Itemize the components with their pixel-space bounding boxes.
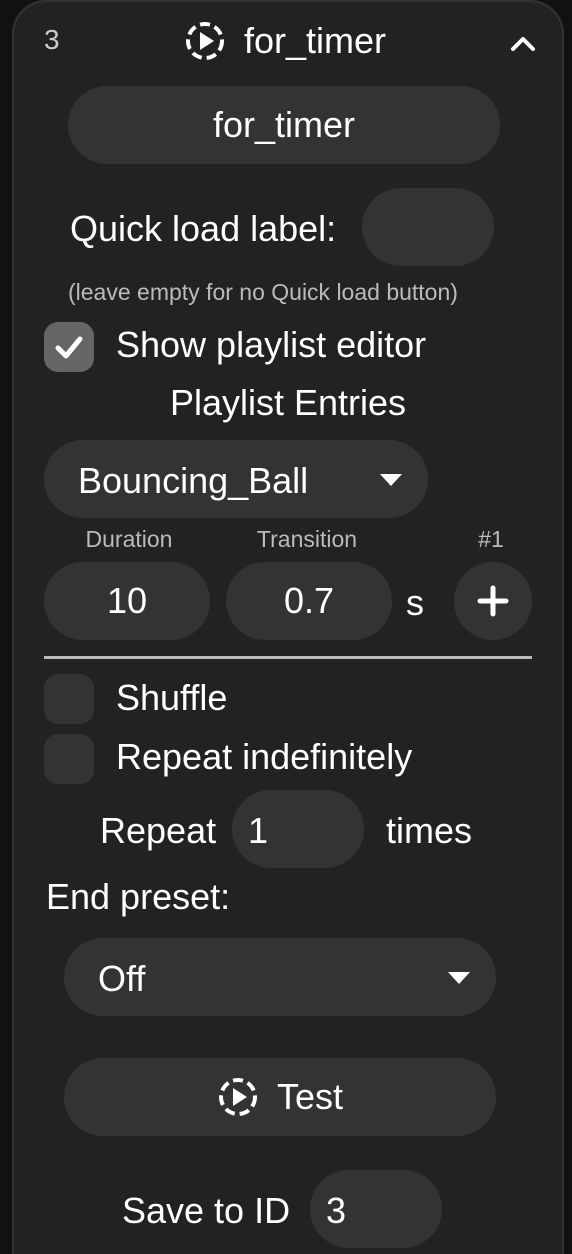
header-title-row[interactable]: for_timer — [184, 20, 386, 62]
duration-input[interactable]: 10 — [44, 562, 210, 640]
add-entry-button[interactable] — [454, 562, 532, 640]
end-preset-select[interactable]: Off — [64, 938, 496, 1016]
entry-index-label: #1 — [478, 526, 504, 552]
playlist-play-icon — [184, 20, 226, 62]
repeat-indefinitely-label: Repeat indefinitely — [116, 736, 413, 777]
repeat-count-input[interactable]: 1 — [232, 790, 364, 868]
preset-select-value: Bouncing_Ball — [78, 460, 309, 501]
playlist-entries-heading: Playlist Entries — [169, 382, 407, 423]
chevron-up-icon[interactable] — [508, 28, 538, 63]
save-id-value: 3 — [326, 1190, 347, 1231]
repeat-indefinitely-checkbox[interactable] — [44, 734, 94, 784]
divider — [44, 656, 532, 659]
playlist-play-icon — [217, 1076, 259, 1118]
transition-input[interactable]: 0.7 — [226, 562, 392, 640]
end-preset-value: Off — [98, 958, 146, 999]
shuffle-checkbox[interactable] — [44, 674, 94, 724]
shuffle-label: Shuffle — [116, 677, 228, 718]
header-title: for_timer — [244, 20, 387, 61]
quick-load-hint: (leave empty for no Quick load button) — [68, 279, 458, 305]
show-editor-label: Show playlist editor — [116, 324, 427, 365]
preset-id-number: 3 — [44, 24, 60, 55]
quick-load-label: Quick load label: — [70, 208, 337, 249]
preset-select[interactable]: Bouncing_Ball — [44, 440, 428, 518]
playlist-card: 3 for_timer for_timer Quick load label: … — [12, 0, 564, 1254]
test-button-label: Test — [276, 1076, 344, 1117]
chevron-down-icon — [448, 972, 470, 984]
repeat-times-label: times — [386, 810, 473, 851]
duration-label: Duration — [85, 526, 173, 552]
save-to-id-label: Save to ID — [122, 1190, 291, 1231]
chevron-down-icon — [380, 474, 402, 486]
quick-load-input[interactable] — [362, 188, 494, 266]
plus-icon — [477, 585, 509, 617]
transition-label: Transition — [256, 526, 358, 552]
show-editor-checkbox[interactable] — [44, 322, 94, 372]
checkmark-icon — [55, 336, 83, 359]
repeat-label: Repeat — [100, 810, 217, 851]
end-preset-label: End preset: — [46, 876, 231, 917]
save-id-input[interactable]: 3 — [310, 1170, 442, 1248]
playlist-name-field[interactable]: for_timer — [68, 86, 500, 164]
repeat-count-value: 1 — [248, 810, 269, 851]
seconds-unit: s — [406, 582, 424, 623]
test-button[interactable]: Test — [64, 1058, 496, 1136]
